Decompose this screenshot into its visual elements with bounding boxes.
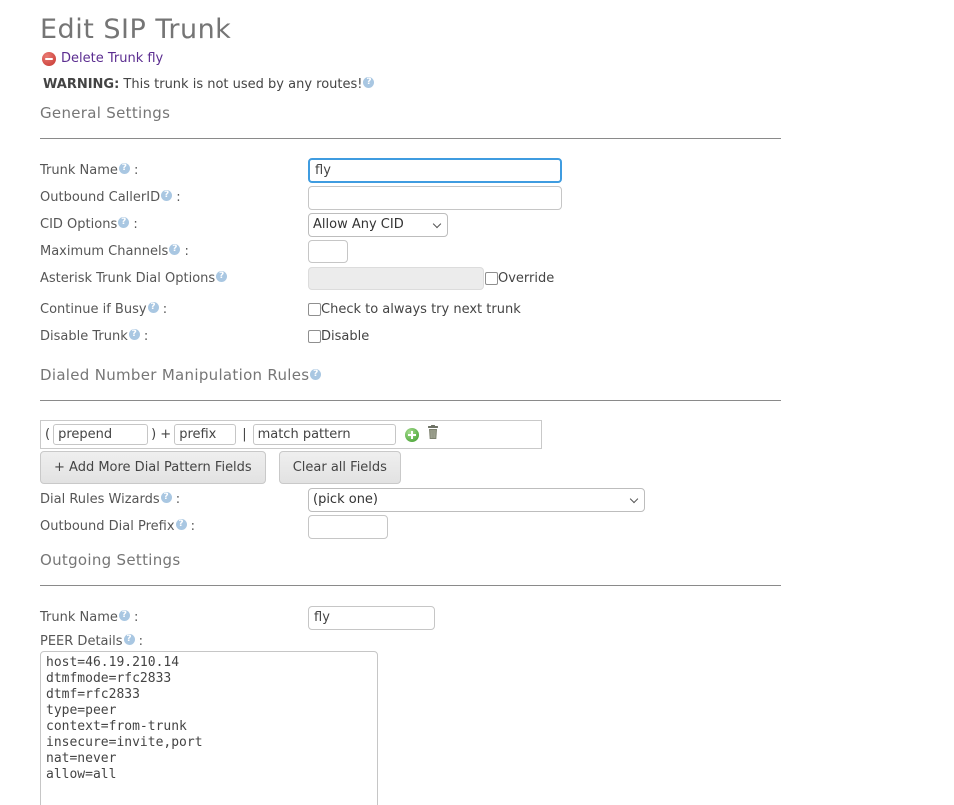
disable-trunk-label: Disable Trunk? : [40,329,308,344]
prepend-input[interactable] [53,424,148,445]
trunk-name-label: Trunk Name? : [40,163,308,178]
trunk-name-row: Trunk Name? : [40,158,781,183]
outgoing-trunk-name-row: Trunk Name? : [40,605,781,630]
cid-options-select[interactable]: Allow Any CID [308,213,448,237]
outbound-dial-prefix-input[interactable] [308,515,388,539]
close-paren-plus: ) + [151,427,171,442]
maximum-channels-input[interactable] [308,240,348,263]
dial-rules-wizards-row: Dial Rules Wizards? : (pick one) [40,487,781,512]
dial-pattern-row: ( ) + | [40,420,542,449]
outbound-callerid-input[interactable] [308,186,562,210]
continue-if-busy-checkbox-label[interactable]: Check to always try next trunk [308,302,521,317]
dial-options-input [308,267,484,290]
help-icon[interactable]: ? [118,217,129,228]
section-divider [40,585,781,586]
peer-details-textarea[interactable]: host=46.19.210.14 dtmfmode=rfc2833 dtmf=… [40,651,378,805]
pipe-separator: | [242,427,246,442]
edit-sip-trunk-page: Edit SIP Trunk Delete Trunk fly WARNING:… [0,0,954,805]
help-icon[interactable]: ? [169,244,180,255]
peer-details-label: PEER Details? : [40,634,781,649]
match-pattern-input[interactable] [253,424,396,445]
outbound-callerid-label: Outbound CallerID? : [40,190,308,205]
cid-options-label: CID Options? : [40,217,308,232]
outbound-callerid-row: Outbound CallerID? : [40,185,781,210]
override-checkbox[interactable] [485,272,498,285]
open-paren: ( [45,427,50,442]
pattern-buttons-row: + Add More Dial Pattern Fields Clear all… [40,451,781,484]
warning-message: WARNING: This trunk is not used by any r… [43,77,781,92]
cid-options-row: CID Options? : Allow Any CID [40,212,781,237]
prefix-input[interactable] [174,424,236,445]
delete-trunk-link[interactable]: Delete Trunk fly [61,51,163,66]
help-icon[interactable]: ? [363,77,374,88]
dial-options-label: Asterisk Trunk Dial Options? [40,271,308,286]
help-icon[interactable]: ? [119,610,130,621]
section-general-settings: General Settings [40,104,781,122]
add-pattern-icon[interactable] [405,428,419,442]
trash-icon[interactable] [426,425,440,444]
help-icon[interactable]: ? [161,190,172,201]
section-dialed-rules: Dialed Number Manipulation Rules? [40,366,781,384]
trunk-name-input[interactable] [308,158,562,183]
help-icon[interactable]: ? [216,271,227,282]
section-divider [40,138,781,139]
help-icon[interactable]: ? [310,369,321,380]
maximum-channels-row: Maximum Channels? : [40,239,781,264]
outgoing-settings-form: Trunk Name? : PEER Details? : host=46.19… [40,605,781,805]
section-divider [40,400,781,401]
override-checkbox-label[interactable]: Override [485,271,554,286]
help-icon[interactable]: ? [161,492,172,503]
continue-if-busy-label: Continue if Busy? : [40,302,308,317]
disable-trunk-checkbox[interactable] [308,330,321,343]
dial-rules-wizards-label: Dial Rules Wizards? : [40,492,308,507]
outbound-dial-prefix-label: Outbound Dial Prefix? : [40,519,308,534]
warning-text: This trunk is not used by any routes! [119,77,362,92]
clear-all-fields-button[interactable]: Clear all Fields [279,451,401,484]
delete-trunk-row: Delete Trunk fly [42,51,781,66]
delete-minus-icon[interactable] [42,52,56,66]
dial-options-row: Asterisk Trunk Dial Options? Override [40,266,781,291]
dial-rules-wizards-select[interactable]: (pick one) [308,488,645,512]
continue-if-busy-row: Continue if Busy? : Check to always try … [40,297,781,322]
help-icon[interactable]: ? [176,519,187,530]
warning-label: WARNING: [43,77,119,92]
disable-trunk-row: Disable Trunk? : Disable [40,324,781,349]
disable-trunk-checkbox-label[interactable]: Disable [308,329,369,344]
maximum-channels-label: Maximum Channels? : [40,244,308,259]
continue-if-busy-checkbox[interactable] [308,303,321,316]
help-icon[interactable]: ? [119,163,130,174]
section-outgoing-settings: Outgoing Settings [40,551,781,569]
outbound-dial-prefix-row: Outbound Dial Prefix? : [40,514,781,539]
general-settings-form: Trunk Name? : Outbound CallerID? : CID O… [40,158,781,349]
help-icon[interactable]: ? [129,329,140,340]
help-icon[interactable]: ? [148,302,159,313]
page-title: Edit SIP Trunk [40,14,781,45]
help-icon[interactable]: ? [124,634,135,645]
outgoing-trunk-name-input[interactable] [308,606,435,630]
outgoing-trunk-name-label: Trunk Name? : [40,610,308,625]
add-more-dial-pattern-fields-button[interactable]: + Add More Dial Pattern Fields [40,451,266,484]
